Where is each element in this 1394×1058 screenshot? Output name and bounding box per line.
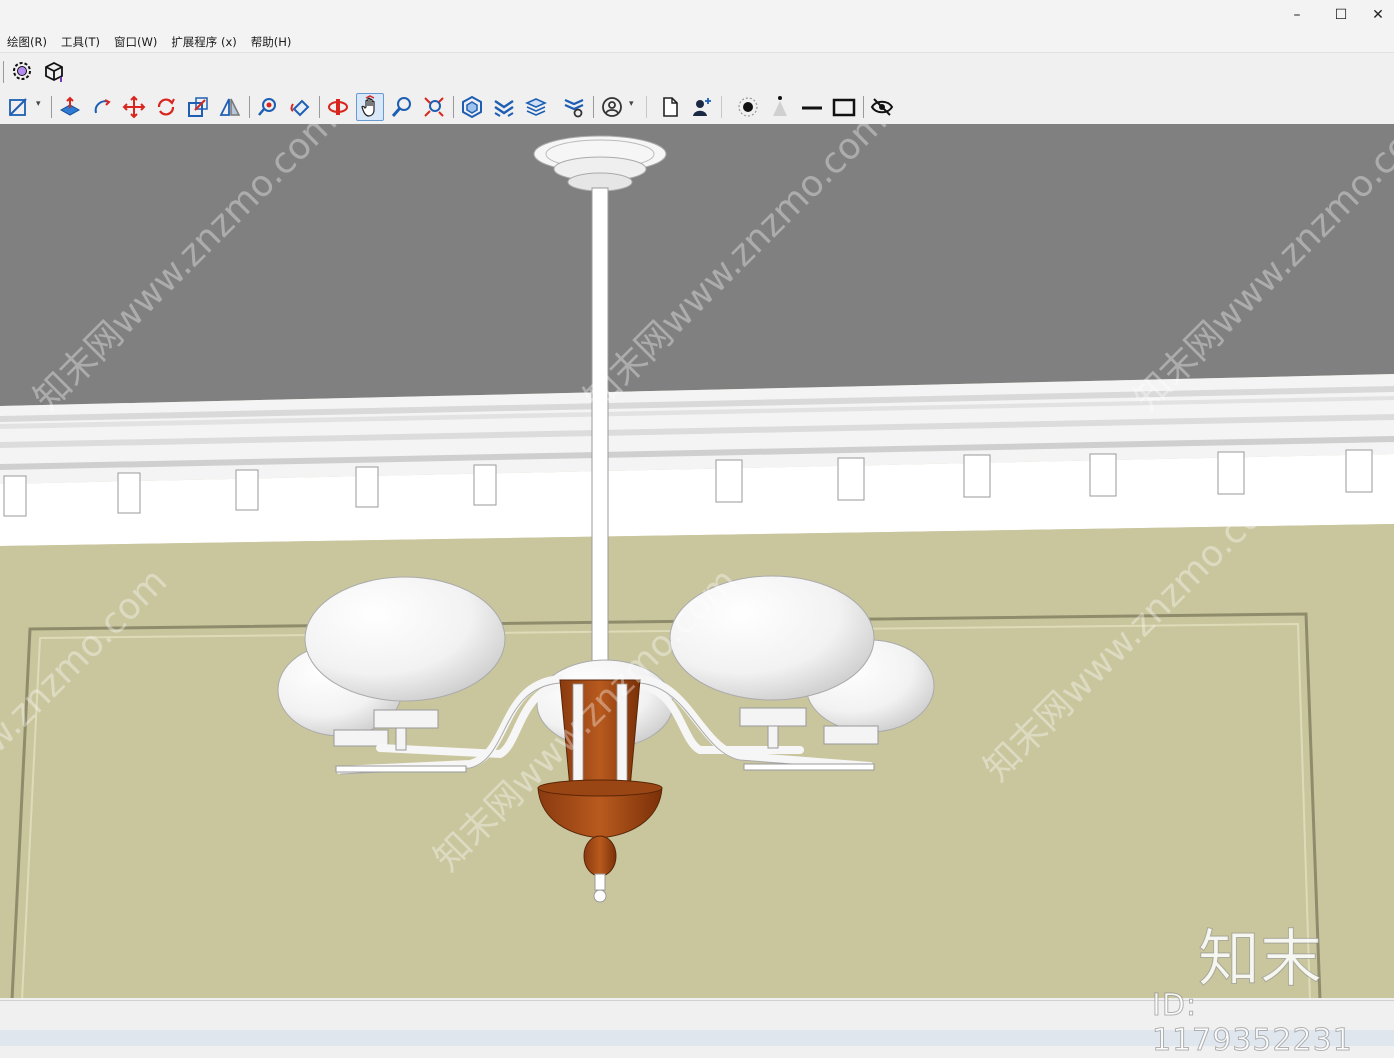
paint-bucket-icon <box>290 99 310 117</box>
tape-measure-button[interactable] <box>254 93 282 121</box>
hide-icon <box>870 98 894 116</box>
account-button[interactable] <box>598 93 626 121</box>
rectangle-icon <box>832 98 856 117</box>
toolbar-separator <box>3 61 4 83</box>
styles-button[interactable] <box>560 93 588 121</box>
components-panel-icon <box>462 95 482 119</box>
menu-bar: 绘图(R) 工具(T) 窗口(W) 扩展程序 (x) 帮助(H) <box>0 32 1394 53</box>
extension-settings-button[interactable] <box>8 57 36 85</box>
line-tool-icon <box>9 98 27 116</box>
extension-settings-icon <box>13 62 31 80</box>
component-box-icon <box>45 61 63 82</box>
flip-icon <box>219 98 241 116</box>
menu-draw[interactable]: 绘图(R) <box>7 34 47 50</box>
watermark-logo: 知末 <box>1197 922 1323 996</box>
zoom-extents-button[interactable] <box>420 93 448 121</box>
toolbar-separator <box>249 96 250 118</box>
follow-me-icon <box>94 99 111 114</box>
new-document-icon <box>663 97 678 117</box>
toolbar-separator <box>863 96 864 118</box>
component-box-button[interactable] <box>40 57 68 85</box>
watermark-id: ID: 1179352231 <box>1152 988 1353 1058</box>
zoom-button[interactable] <box>388 93 416 121</box>
layers-button[interactable] <box>522 93 550 121</box>
account-dropdown-arrow-icon[interactable]: ▾ <box>629 99 634 109</box>
menu-tools[interactable]: 工具(T) <box>61 34 100 50</box>
rotate-icon <box>157 98 175 116</box>
flip-button[interactable] <box>216 93 244 121</box>
toolbar-separator <box>51 96 52 118</box>
materials-button[interactable] <box>490 93 518 121</box>
maximize-button[interactable]: ☐ <box>1318 0 1364 30</box>
toolbar-separator <box>646 96 647 118</box>
tape-measure-icon <box>258 98 276 116</box>
move-icon <box>122 95 146 119</box>
toolbar-separator <box>319 96 320 118</box>
minimize-icon: – <box>1293 7 1301 23</box>
cone-icon <box>773 96 787 116</box>
materials-icon <box>494 100 514 117</box>
orbit-button[interactable] <box>324 93 352 121</box>
shadow-point-icon <box>738 97 758 117</box>
toolbar-separator <box>453 96 454 118</box>
minimize-button[interactable]: – <box>1274 0 1320 30</box>
toolbar-row-1 <box>0 54 74 90</box>
paint-bucket-button[interactable] <box>286 93 314 121</box>
line-tool-button[interactable] <box>4 93 32 121</box>
dropdown-arrow-icon[interactable]: ▾ <box>36 99 41 109</box>
toolbar-separator <box>593 96 594 118</box>
title-bar: – ☐ ✕ <box>0 0 1394 32</box>
close-button[interactable]: ✕ <box>1362 0 1394 30</box>
zoom-icon <box>391 97 411 117</box>
account-icon <box>602 97 622 117</box>
push-pull-button[interactable] <box>56 93 84 121</box>
add-user-icon <box>693 98 711 116</box>
menu-help[interactable]: 帮助(H) <box>251 34 292 50</box>
rectangle-button[interactable] <box>830 93 858 121</box>
move-button[interactable] <box>120 93 148 121</box>
line-segment-button[interactable] <box>798 93 826 121</box>
push-pull-icon <box>59 96 81 116</box>
hide-button[interactable] <box>868 93 896 121</box>
pan-icon <box>361 95 375 117</box>
scale-icon <box>188 97 208 117</box>
styles-icon <box>564 98 584 118</box>
maximize-icon: ☐ <box>1334 7 1348 23</box>
components-panel-button[interactable] <box>458 93 486 121</box>
follow-me-button[interactable] <box>88 93 116 121</box>
toolbar-separator <box>721 96 722 118</box>
zoom-extents-icon <box>424 97 444 117</box>
shadow-point-button[interactable] <box>734 93 762 121</box>
new-document-button[interactable] <box>656 93 684 121</box>
cone-button[interactable] <box>766 93 794 121</box>
rotate-button[interactable] <box>152 93 180 121</box>
layers-icon <box>525 98 547 116</box>
toolbar-row-2: ▾ ▾ <box>0 90 902 124</box>
menu-extensions[interactable]: 扩展程序 (x) <box>171 34 236 50</box>
add-user-button[interactable] <box>688 93 716 121</box>
model-viewport[interactable]: 知末网www.znzmo.com 知末网www.znzmo.com 知末网www… <box>0 124 1394 1000</box>
line-segment-icon <box>802 106 822 110</box>
pan-button[interactable] <box>356 93 384 121</box>
close-icon: ✕ <box>1372 7 1384 23</box>
orbit-icon <box>328 99 348 115</box>
scale-button[interactable] <box>184 93 212 121</box>
menu-window[interactable]: 窗口(W) <box>114 34 157 50</box>
